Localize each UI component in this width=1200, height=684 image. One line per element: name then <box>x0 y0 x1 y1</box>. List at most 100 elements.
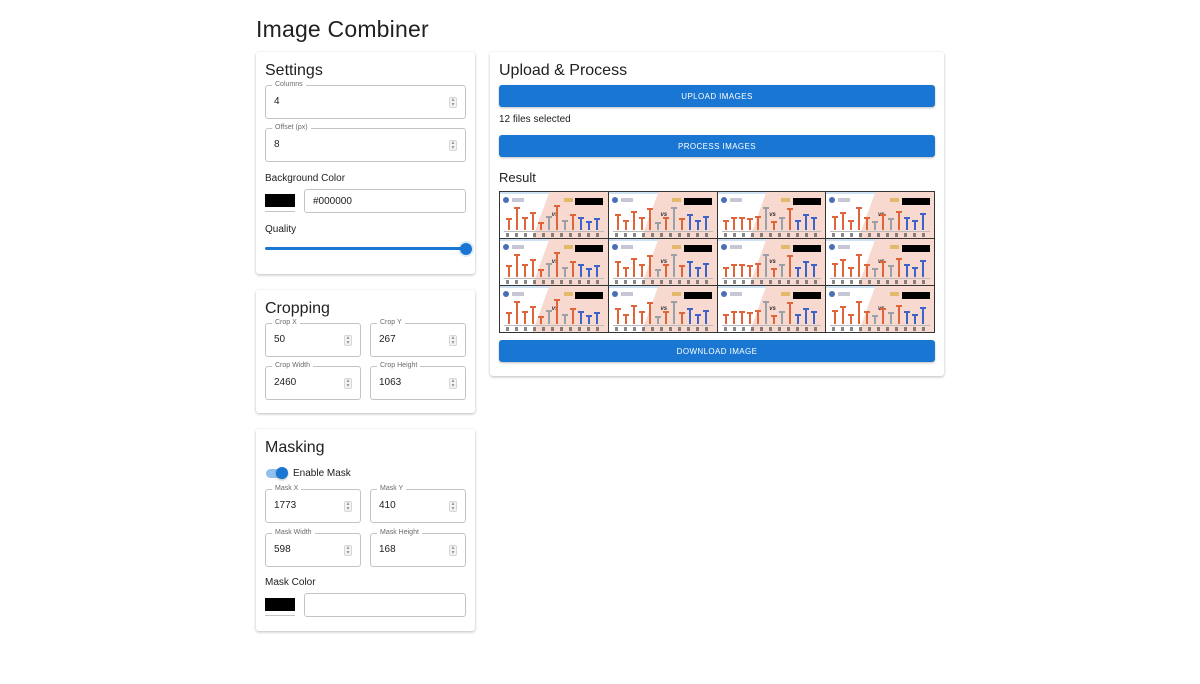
mask-x-field[interactable]: Mask X 1773 ▴ ▾ <box>265 484 361 523</box>
thumbnail-logo2 <box>838 198 851 202</box>
thumbnail-bar <box>739 311 746 324</box>
thumbnail-logo2 <box>838 292 851 296</box>
thumbnail-bar <box>654 316 661 324</box>
thumbnail-bar <box>771 314 778 324</box>
mask-width-field[interactable]: Mask Width 598 ▴ ▾ <box>265 528 361 567</box>
enable-mask-switch-thumb[interactable] <box>276 467 288 479</box>
thumbnail-logo3 <box>889 292 899 296</box>
thumbnail-bar <box>561 219 568 230</box>
columns-label: Columns <box>272 80 306 90</box>
thumbnail-bar <box>795 313 802 324</box>
thumbnail-bar <box>630 210 637 230</box>
process-images-button[interactable]: Process Images <box>499 135 935 157</box>
crop-height-field[interactable]: Crop Height 1063 ▴ ▾ <box>370 361 466 400</box>
thumbnail-icon-row <box>506 327 602 331</box>
thumbnail-bar <box>864 311 871 324</box>
mask-height-field[interactable]: Mask Height 168 ▴ ▾ <box>370 528 466 567</box>
thumbnail-bar <box>662 217 669 230</box>
quality-slider-track[interactable] <box>265 247 467 250</box>
mask-x-stepper-icon[interactable]: ▴ ▾ <box>344 501 352 512</box>
thumbnail-bar <box>803 308 810 324</box>
thumbnail-bars <box>830 298 930 324</box>
thumbnail-bar <box>638 264 645 277</box>
thumbnail-bar <box>553 299 560 324</box>
thumbnail-icon-row <box>506 280 602 284</box>
thumbnail-bar <box>731 264 738 277</box>
columns-stepper-icon[interactable]: ▴ ▾ <box>449 97 457 108</box>
crop-width-stepper-icon[interactable]: ▴ ▾ <box>344 378 352 389</box>
thumbnail-bar <box>747 218 754 230</box>
thumbnail-logo2 <box>620 292 633 296</box>
crop-x-field[interactable]: Crop X 50 ▴ ▾ <box>265 318 361 357</box>
crop-height-label: Crop Height <box>377 361 421 371</box>
thumbnail-bar <box>779 264 786 277</box>
thumbnail-baseline <box>504 325 604 326</box>
thumbnail-icon-row <box>506 233 602 237</box>
background-color-swatch[interactable] <box>265 194 295 207</box>
thumbnail-bars <box>504 251 604 277</box>
mask-color-input[interactable] <box>304 593 466 617</box>
mask-width-stepper-icon[interactable]: ▴ ▾ <box>344 545 352 556</box>
files-selected-status: 12 files selected <box>499 114 571 125</box>
thumbnail-bar <box>537 316 544 324</box>
thumbnail-bar <box>537 222 544 230</box>
thumbnail-bar <box>521 311 528 324</box>
thumbnail-baseline <box>612 231 713 232</box>
mask-y-field[interactable]: Mask Y 410 ▴ ▾ <box>370 484 466 523</box>
mask-width-label: Mask Width <box>272 528 315 538</box>
thumbnail-bar <box>622 266 629 277</box>
thumbnail-bar <box>779 217 786 230</box>
offset-stepper-icon[interactable]: ▴ ▾ <box>449 140 457 151</box>
thumbnail-bar <box>622 313 629 324</box>
thumbnail-icon-row <box>832 280 928 284</box>
quality-slider-thumb[interactable] <box>460 243 472 255</box>
thumbnail-logo2 <box>729 198 742 202</box>
mask-height-stepper-icon[interactable]: ▴ ▾ <box>449 545 457 556</box>
columns-field[interactable]: Columns 4 ▴ ▾ <box>265 80 466 119</box>
thumbnail-bars <box>613 298 713 324</box>
thumbnail-logo <box>720 291 727 297</box>
result-thumbnail: vs <box>500 286 608 332</box>
thumbnail-baseline <box>721 325 822 326</box>
crop-y-stepper-icon[interactable]: ▴ ▾ <box>449 335 457 346</box>
upload-images-button[interactable]: Upload Images <box>499 85 935 107</box>
thumbnail-bars <box>830 204 930 230</box>
result-thumbnail: vs <box>608 239 717 285</box>
thumbnail-bar <box>513 300 520 324</box>
thumbnail-bar <box>569 308 576 324</box>
thumbnail-bar <box>505 312 512 324</box>
enable-mask-label[interactable]: Enable Mask <box>293 468 351 479</box>
crop-y-label: Crop Y <box>377 318 405 328</box>
offset-field[interactable]: Offset (px) 8 ▴ ▾ <box>265 123 466 162</box>
crop-x-stepper-icon[interactable]: ▴ ▾ <box>344 335 352 346</box>
download-image-button[interactable]: Download Image <box>499 340 935 362</box>
mask-y-stepper-icon[interactable]: ▴ ▾ <box>449 501 457 512</box>
thumbnail-bar <box>577 264 584 277</box>
thumbnail-bar <box>763 206 770 230</box>
thumbnail-icon-row <box>614 233 711 237</box>
thumbnail-bars <box>504 298 604 324</box>
thumbnail-logo3 <box>781 198 791 202</box>
background-color-input[interactable]: #000000 <box>304 189 466 213</box>
crop-y-field[interactable]: Crop Y 267 ▴ ▾ <box>370 318 466 357</box>
quality-label: Quality <box>265 224 297 235</box>
crop-height-stepper-icon[interactable]: ▴ ▾ <box>449 378 457 389</box>
thumbnail-bar <box>686 308 693 324</box>
result-image: vsvsvsvsvsvsvsvsvsvsvsvs <box>499 191 935 333</box>
cropping-title: Cropping <box>265 300 330 317</box>
thumbnail-baseline <box>830 231 930 232</box>
thumbnail-bars <box>504 204 604 230</box>
thumbnail-bar <box>832 215 839 230</box>
thumbnail-bar <box>803 214 810 230</box>
thumbnail-bar <box>561 266 568 277</box>
mask-color-swatch[interactable] <box>265 598 295 611</box>
result-thumbnail: vs <box>826 192 934 238</box>
thumbnail-bar <box>771 267 778 277</box>
thumbnail-baseline <box>721 231 822 232</box>
thumbnail-bar <box>787 254 794 277</box>
thumbnail-bar <box>779 311 786 324</box>
thumbnail-bar <box>702 215 709 230</box>
crop-width-field[interactable]: Crop Width 2460 ▴ ▾ <box>265 361 361 400</box>
crop-height-value: 1063 <box>379 377 402 388</box>
result-thumbnail: vs <box>717 286 826 332</box>
